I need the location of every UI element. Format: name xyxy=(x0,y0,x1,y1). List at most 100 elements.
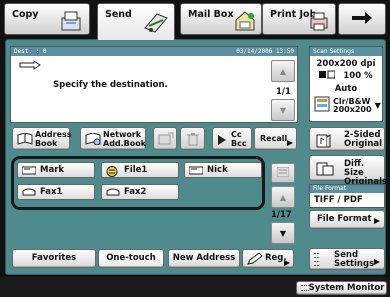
tab-send[interactable]: Send xyxy=(97,3,175,40)
color-mode-resolution: 200x200 xyxy=(333,104,372,114)
triangle-down-icon: ▼ xyxy=(279,105,287,115)
color-mode-row[interactable]: Clr/B&W 200x200 ▼ xyxy=(310,96,382,115)
new-address-tab[interactable]: New Address xyxy=(168,249,240,268)
address-book-label: Address Book xyxy=(35,130,72,148)
scan-resolution: 200x200 dpi xyxy=(316,59,376,69)
dest-scroll-down-button[interactable]: ▼ xyxy=(271,99,295,121)
favorites-label: Favorites xyxy=(31,253,77,263)
triangle-down-icon: ▼ xyxy=(279,228,287,238)
tab-send-label: Send xyxy=(105,9,132,20)
one-touch-fax1[interactable]: Fax1 xyxy=(17,184,95,200)
destination-type-icon xyxy=(19,60,41,73)
destination-header: Dest. : 0 03/14/2006 13:50 xyxy=(11,47,297,56)
scan-zoom-row: 100 % xyxy=(310,70,382,83)
arrow-right-small-icon xyxy=(287,139,293,148)
send-icon xyxy=(143,10,169,37)
settings-dots-icon xyxy=(301,285,309,291)
one-touch-fax1-label: Fax1 xyxy=(40,187,63,197)
dest-scroll-up-button[interactable]: ▲ xyxy=(271,60,295,82)
tab-mailbox-label: Mail Box xyxy=(188,9,234,20)
send-settings-label: Send Settings xyxy=(334,250,375,269)
trash-icon xyxy=(187,132,199,148)
triangle-up-icon: ▲ xyxy=(279,66,287,76)
file-format-display: File Format TIFF / PDF xyxy=(309,184,385,208)
one-touch-file1-label: File1 xyxy=(124,165,148,175)
details-icon xyxy=(158,132,174,148)
next-function-button[interactable] xyxy=(338,3,386,35)
file-format-btn-label: File Format xyxy=(317,214,372,224)
two-sided-icon xyxy=(316,134,332,151)
settings-dots-icon xyxy=(314,252,320,271)
scanner-icon xyxy=(188,166,204,178)
pencil-icon xyxy=(247,252,263,272)
scan-settings-panel[interactable]: Scan Settings 200x200 dpi 100 % Auto Clr… xyxy=(309,46,383,122)
fax-icon xyxy=(106,188,120,200)
chevron-down-icon: ▼ xyxy=(374,101,381,110)
triangle-up-icon: ▲ xyxy=(279,192,287,202)
one-touch-fax2-label: Fax2 xyxy=(124,187,147,197)
tab-print-job[interactable]: Print Job xyxy=(262,3,336,35)
arrow-right-icon xyxy=(351,11,373,28)
file-server-icon xyxy=(106,166,118,180)
color-mode-icon xyxy=(314,96,330,115)
scanner-icon xyxy=(21,166,37,178)
list-icon xyxy=(276,166,290,179)
register-button[interactable]: Reg. xyxy=(242,249,294,268)
one-touch-nick-label: Nick xyxy=(207,165,228,175)
details-button[interactable] xyxy=(153,127,177,150)
scan-density: Auto xyxy=(334,84,358,94)
arrow-right-small-icon xyxy=(374,218,380,227)
one-touch-mark-label: Mark xyxy=(40,165,65,175)
arrow-right-small-icon xyxy=(374,259,380,268)
destination-count: Dest. : 0 xyxy=(14,48,47,55)
one-touch-page-indicator: 1/17 xyxy=(271,210,292,220)
file-format-header: File Format xyxy=(310,185,384,193)
cc-bcc-button[interactable]: Cc Bcc xyxy=(212,127,252,150)
copy-icon xyxy=(60,10,84,35)
scan-zoom: 100 % xyxy=(343,71,373,81)
print-job-icon xyxy=(308,10,330,35)
file-format-value: TIFF / PDF xyxy=(314,195,363,205)
new-address-label: New Address xyxy=(172,253,236,263)
one-touch-file1[interactable]: File1 xyxy=(101,162,179,178)
recall-button[interactable]: Recall xyxy=(254,127,297,150)
recall-label: Recall xyxy=(260,134,288,143)
scan-settings-header: Scan Settings xyxy=(310,47,382,56)
tab-mailbox[interactable]: Mail Box xyxy=(180,3,262,35)
cc-bcc-icon xyxy=(217,134,227,148)
delete-button[interactable] xyxy=(180,127,205,150)
destination-message: Specify the destination. xyxy=(53,80,168,90)
network-book-icon xyxy=(85,132,101,147)
address-book-button[interactable]: Address Book xyxy=(12,127,72,150)
one-touch-label: One-touch xyxy=(106,253,156,263)
one-touch-fax2[interactable]: Fax2 xyxy=(101,184,179,200)
system-monitor-label: System Monitor xyxy=(308,283,385,293)
dest-page-indicator: 1/1 xyxy=(276,87,291,97)
one-touch-scroll-down-button[interactable]: ▼ xyxy=(271,222,295,244)
destination-list: Dest. : 0 03/14/2006 13:50 Specify the d… xyxy=(10,46,298,123)
tab-copy[interactable]: Copy xyxy=(4,3,90,35)
network-address-book-label: Network Add.Book xyxy=(103,130,147,148)
different-size-originals-button[interactable]: Diff. Size Originals xyxy=(309,155,387,187)
fax-icon xyxy=(22,188,36,200)
date-time: 03/14/2006 13:50 xyxy=(236,48,294,55)
one-touch-nick[interactable]: Nick xyxy=(184,162,262,178)
one-touch-mark[interactable]: Mark xyxy=(17,162,95,178)
diff-size-icon xyxy=(316,162,334,179)
one-touch-menu-button[interactable] xyxy=(271,163,295,183)
density-icon xyxy=(319,70,336,83)
system-monitor-button[interactable]: System Monitor xyxy=(296,281,387,295)
favorites-tab[interactable]: Favorites xyxy=(12,249,96,268)
tab-copy-label: Copy xyxy=(12,9,39,20)
arrow-right-small-icon xyxy=(284,256,290,273)
network-address-book-button[interactable]: Network Add.Book xyxy=(80,127,146,150)
file-format-button[interactable]: File Format xyxy=(309,210,385,229)
mailbox-icon xyxy=(234,10,256,35)
one-touch-tab[interactable]: One-touch xyxy=(98,249,164,268)
cc-bcc-label: Cc Bcc xyxy=(231,130,247,148)
send-settings-button[interactable]: Send Settings xyxy=(309,248,385,270)
two-sided-label: 2-Sided Original xyxy=(344,130,383,149)
one-touch-scroll-up-button[interactable]: ▲ xyxy=(271,186,295,208)
two-sided-original-button[interactable]: 2-Sided Original xyxy=(309,127,385,151)
diff-size-label: Diff. Size Originals xyxy=(344,159,388,187)
